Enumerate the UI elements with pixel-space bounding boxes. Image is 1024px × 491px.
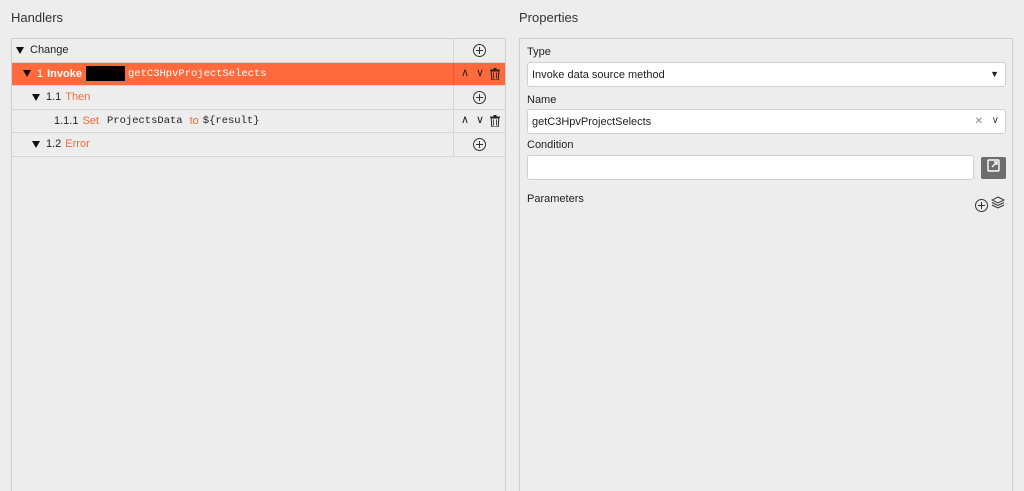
layers-icon[interactable] — [990, 196, 1006, 214]
event-label: Change — [30, 44, 69, 57]
add-icon[interactable] — [473, 43, 486, 57]
handler-row-error[interactable]: 1.2 Error — [12, 133, 505, 157]
move-down-icon[interactable]: ∨ — [474, 115, 486, 126]
collapse-triangle-icon[interactable] — [32, 93, 40, 101]
properties-title: Properties — [519, 10, 579, 25]
handler-row-invoke[interactable]: 1 Invoke getC3HpvProjectSelects ∧ ∨ — [12, 62, 505, 86]
add-parameter-icon[interactable] — [975, 198, 988, 212]
handler-row-then[interactable]: 1.1 Then — [12, 86, 505, 110]
collapse-triangle-icon[interactable] — [32, 140, 40, 148]
chevron-down-icon[interactable]: ∨ — [992, 115, 999, 126]
handler-row-set[interactable]: 1.1.1 Set ProjectsData to ${result} ∧ ∨ — [12, 109, 505, 133]
move-up-icon[interactable]: ∧ — [459, 115, 471, 126]
condition-input[interactable] — [527, 155, 974, 180]
handler-row-change[interactable]: Change — [12, 39, 505, 63]
row-actions — [453, 133, 505, 156]
redaction-block — [85, 66, 125, 82]
name-select[interactable]: getC3HpvProjectSelects ✕ ∨ — [527, 109, 1006, 134]
condition-label: Condition — [527, 139, 574, 151]
row-actions: ∧ ∨ — [453, 62, 505, 85]
parameters-actions — [975, 196, 1006, 214]
row-actions — [453, 86, 505, 109]
open-editor-button[interactable] — [981, 157, 1006, 179]
collapse-triangle-icon[interactable] — [16, 46, 24, 54]
type-label: Type — [527, 46, 551, 58]
trash-icon[interactable] — [489, 67, 500, 80]
clear-icon[interactable]: ✕ — [975, 116, 983, 127]
external-link-icon — [987, 159, 1000, 177]
step-keyword: Then — [65, 91, 91, 104]
name-label: Name — [527, 94, 557, 106]
step-keyword: Invoke — [47, 67, 82, 80]
dropdown-caret-icon: ▼ — [990, 69, 999, 79]
handlers-panel: Change 1 Invoke getC3HpvProjectSelects ∧… — [11, 38, 506, 491]
trash-icon[interactable] — [489, 114, 500, 127]
collapse-triangle-icon[interactable] — [23, 70, 31, 78]
row-actions — [453, 39, 505, 62]
name-select-value: getC3HpvProjectSelects — [532, 115, 652, 128]
step-keyword: Error — [65, 138, 90, 151]
method-name: getC3HpvProjectSelects — [127, 67, 267, 80]
to-keyword: to — [189, 114, 199, 127]
add-icon[interactable] — [473, 137, 486, 151]
value-expression: ${result} — [202, 114, 260, 127]
row-actions: ∧ ∨ — [453, 109, 505, 132]
step-number: 1.1.1 — [54, 114, 79, 127]
step-number: 1.1 — [46, 91, 62, 104]
step-number: 1.2 — [46, 138, 62, 151]
step-keyword: Set — [82, 114, 99, 127]
add-icon[interactable] — [473, 90, 486, 104]
move-up-icon[interactable]: ∧ — [459, 68, 471, 79]
type-select-value: Invoke data source method — [532, 68, 665, 81]
handlers-title: Handlers — [11, 10, 64, 25]
move-down-icon[interactable]: ∨ — [474, 68, 486, 79]
parameters-label: Parameters — [527, 193, 584, 205]
properties-panel: Type Invoke data source method ▼ Name ge… — [519, 38, 1013, 491]
step-number: 1 — [37, 67, 44, 80]
type-select[interactable]: Invoke data source method ▼ — [527, 62, 1006, 87]
variable-name: ProjectsData — [106, 114, 183, 127]
